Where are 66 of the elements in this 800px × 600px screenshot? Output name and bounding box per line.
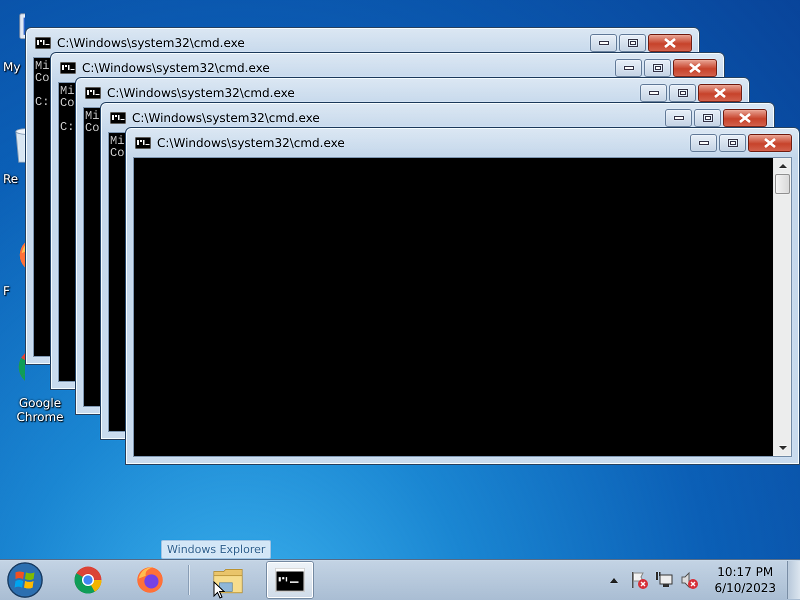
scrollbar[interactable]	[773, 158, 791, 456]
console-icon	[135, 136, 151, 148]
desktop-icon-label[interactable]: F	[3, 284, 10, 298]
console-icon	[110, 112, 126, 124]
close-icon	[739, 113, 751, 123]
network-icon	[654, 570, 674, 590]
console-icon	[85, 86, 101, 98]
clock-time: 10:17 PM	[717, 564, 774, 580]
mouse-pointer-icon	[213, 581, 225, 599]
maximize-button[interactable]	[694, 109, 721, 127]
minimize-icon	[698, 141, 708, 145]
desktop-icon-label[interactable]: Google Chrome	[14, 396, 66, 424]
close-button[interactable]	[723, 109, 767, 127]
close-icon	[664, 38, 676, 48]
console-line: Co	[60, 97, 74, 109]
maximize-icon	[728, 139, 738, 147]
minimize-button[interactable]	[690, 134, 717, 152]
close-button[interactable]	[698, 84, 742, 102]
console-line: Mi	[35, 60, 50, 72]
console-icon	[35, 36, 51, 48]
window-title: C:\Windows\system32\cmd.exe	[57, 36, 245, 50]
maximize-icon	[678, 89, 688, 97]
window-title: C:\Windows\system32\cmd.exe	[82, 60, 270, 74]
clock-date: 6/10/2023	[714, 580, 776, 596]
minimize-icon	[674, 116, 684, 120]
console-line: Mi	[85, 110, 100, 122]
window-title: C:\Windows\system32\cmd.exe	[157, 136, 345, 150]
window-title: C:\Windows\system32\cmd.exe	[107, 86, 295, 100]
console-prompt: C:	[35, 96, 50, 108]
taskbar-button[interactable]	[266, 561, 314, 599]
console-icon	[60, 62, 76, 74]
console-prompt: C:	[60, 121, 74, 133]
close-icon	[764, 138, 776, 148]
close-icon	[689, 63, 701, 73]
show-hidden-icons-icon	[609, 577, 620, 583]
console-line: Co	[110, 147, 124, 159]
maximize-icon	[628, 39, 638, 47]
minimize-button[interactable]	[615, 59, 642, 77]
desktop-icon-label[interactable]: Re	[3, 172, 18, 186]
desktop-icon-label[interactable]: My	[3, 60, 20, 74]
console-line: Co	[85, 122, 100, 134]
minimize-icon	[648, 91, 658, 95]
maximize-button[interactable]	[644, 59, 671, 77]
maximize-icon	[652, 64, 662, 72]
minimize-icon	[624, 66, 634, 70]
close-icon	[714, 88, 726, 98]
console-line: Co	[35, 72, 50, 84]
maximize-button[interactable]	[619, 34, 646, 52]
minimize-icon	[598, 41, 608, 45]
console-line: Mi	[110, 135, 124, 147]
close-button[interactable]	[648, 34, 692, 52]
clock[interactable]: 10:17 PM 6/10/2023	[714, 564, 776, 596]
scrollbar-thumb[interactable]	[775, 174, 790, 194]
maximize-button[interactable]	[719, 134, 746, 152]
speaker-muted-icon	[679, 570, 700, 590]
tooltip: Windows Explorer	[161, 540, 272, 559]
window-title: C:\Windows\system32\cmd.exe	[132, 110, 320, 124]
console-line: Mi	[60, 85, 74, 97]
minimize-button[interactable]	[640, 84, 667, 102]
close-button[interactable]	[673, 59, 717, 77]
minimize-button[interactable]	[590, 34, 617, 52]
maximize-button[interactable]	[669, 84, 696, 102]
flag-error-icon	[629, 570, 650, 590]
maximize-icon	[702, 114, 712, 122]
minimize-button[interactable]	[665, 109, 692, 127]
close-button[interactable]	[748, 134, 792, 152]
